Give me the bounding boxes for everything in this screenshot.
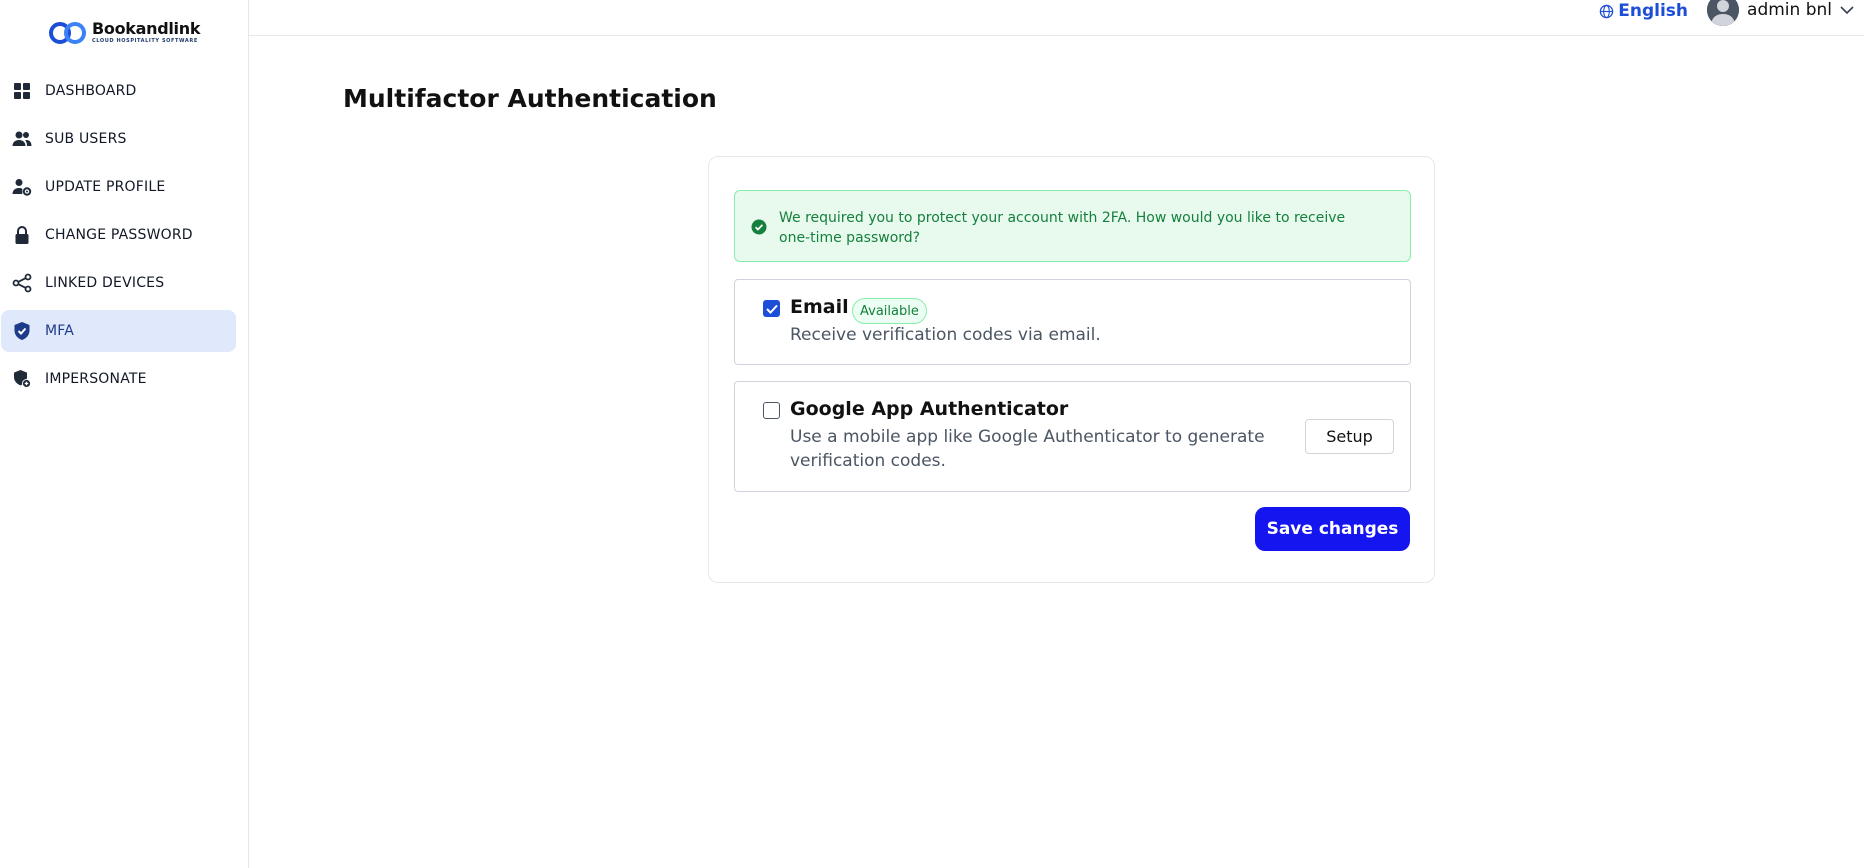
avatar — [1707, 0, 1740, 26]
sidebar-item-sub-users[interactable]: SUB USERS — [1, 118, 236, 160]
users-icon — [11, 128, 33, 150]
sidebar-item-label: LINKED DEVICES — [45, 275, 165, 291]
save-changes-button[interactable]: Save changes — [1255, 507, 1410, 551]
dashboard-icon — [11, 80, 33, 102]
sidebar-item-label: UPDATE PROFILE — [45, 179, 166, 195]
user-menu[interactable]: admin bnl — [1707, 0, 1854, 26]
alert-message: We required you to protect your account … — [779, 210, 1346, 246]
google-authenticator-checkbox[interactable] — [763, 402, 780, 419]
sidebar-item-label: IMPERSONATE — [45, 371, 147, 387]
sidebar-item-impersonate[interactable]: IMPERSONATE — [1, 358, 236, 400]
sidebar-item-label: CHANGE PASSWORD — [45, 227, 193, 243]
sidebar-item-label: DASHBOARD — [45, 83, 137, 99]
share-icon — [11, 272, 33, 294]
sidebar: Bookandlink CLOUD HOSPITALITY SOFTWARE D… — [0, 0, 249, 868]
google-authenticator-title: Google App Authenticator — [790, 398, 1069, 420]
email-option: Email Available Receive verification cod… — [734, 279, 1411, 365]
user-name: admin bnl — [1747, 0, 1832, 20]
sidebar-item-label: SUB USERS — [45, 131, 127, 147]
google-authenticator-description-line2: verification codes. — [790, 451, 946, 471]
chevron-down-icon — [1840, 6, 1854, 15]
sidebar-item-linked-devices[interactable]: LINKED DEVICES — [1, 262, 236, 304]
language-label: English — [1618, 1, 1688, 21]
brand-tagline: CLOUD HOSPITALITY SOFTWARE — [92, 38, 198, 44]
user-gear-icon — [11, 176, 33, 198]
lock-icon — [11, 224, 33, 246]
page-title: Multifactor Authentication — [343, 84, 717, 113]
mfa-card: We required you to protect your account … — [708, 156, 1435, 583]
check-circle-icon — [751, 219, 767, 235]
brand-logo[interactable]: Bookandlink CLOUD HOSPITALITY SOFTWARE — [48, 18, 200, 46]
checkmark-icon — [765, 304, 778, 314]
google-authenticator-description-line1: Use a mobile app like Google Authenticat… — [790, 427, 1265, 447]
email-option-title: Email — [790, 296, 849, 318]
sidebar-item-dashboard[interactable]: DASHBOARD — [1, 70, 236, 112]
sidebar-item-update-profile[interactable]: UPDATE PROFILE — [1, 166, 236, 208]
brand-name: Bookandlink — [92, 19, 201, 38]
status-badge: Available — [852, 298, 927, 324]
impersonate-icon — [11, 368, 33, 390]
infinity-logo-icon — [49, 22, 86, 44]
top-bar: English admin bnl — [249, 0, 1864, 36]
email-checkbox[interactable] — [763, 300, 780, 317]
sidebar-item-label: MFA — [45, 323, 75, 339]
language-selector[interactable]: English — [1599, 0, 1688, 22]
info-alert: We required you to protect your account … — [734, 190, 1411, 262]
sidebar-item-change-password[interactable]: CHANGE PASSWORD — [1, 214, 236, 256]
setup-button[interactable]: Setup — [1305, 419, 1394, 454]
google-authenticator-option: Google App Authenticator Use a mobile ap… — [734, 381, 1411, 492]
email-option-description: Receive verification codes via email. — [790, 325, 1101, 345]
globe-icon — [1599, 4, 1614, 18]
shield-icon — [11, 320, 33, 342]
sidebar-nav: DASHBOARD SUB USERS UPDATE PROFILE CHANG… — [1, 70, 236, 406]
sidebar-item-mfa[interactable]: MFA — [1, 310, 236, 352]
